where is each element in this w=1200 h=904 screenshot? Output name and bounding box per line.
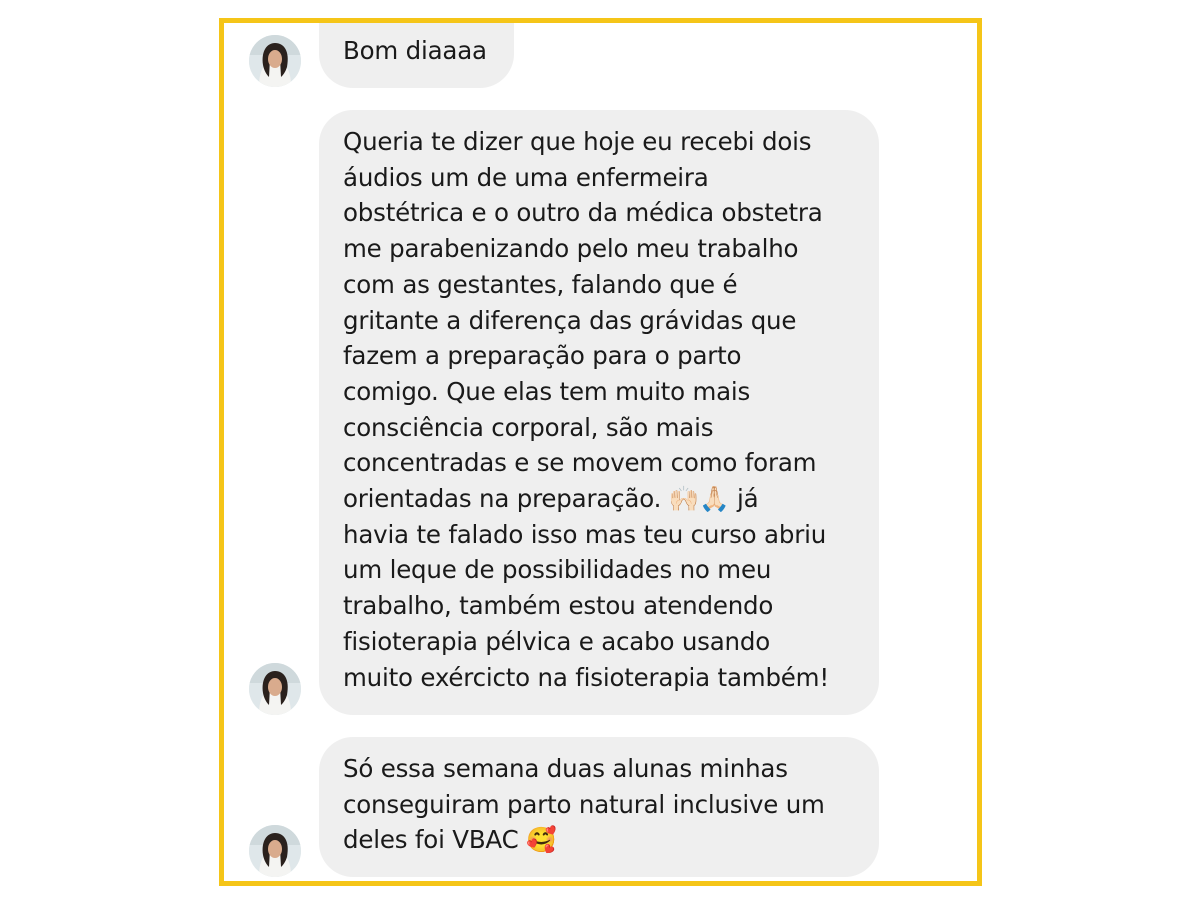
- message-text: consciência corporal, são mais: [343, 412, 714, 442]
- message-text: me parabenizando pelo meu trabalho: [343, 234, 799, 264]
- sender-avatar[interactable]: [249, 663, 301, 715]
- message-text: gritante a diferença das grávidas que: [343, 305, 797, 335]
- message-bubble[interactable]: Queria te dizer que hoje eu recebi dois …: [319, 110, 879, 715]
- sender-avatar[interactable]: [249, 35, 301, 87]
- message-text: um leque de possibilidades no meu: [343, 555, 772, 585]
- message-text: comigo. Que elas tem muito mais: [343, 376, 751, 406]
- message-text: fisioterapia pélvica e acabo usando: [343, 626, 770, 656]
- message-text: concentradas e se movem como foram: [343, 448, 817, 478]
- message-text: trabalho, também estou atendendo: [343, 591, 774, 621]
- message-bubble[interactable]: Só essa semana duas alunas minhas conseg…: [319, 737, 879, 877]
- message-bubble[interactable]: Bom diaaaa: [319, 23, 514, 88]
- sender-avatar[interactable]: [249, 825, 301, 877]
- chat-screenshot-frame: Bom diaaaa Queria te dizer que hoje eu r…: [219, 18, 982, 886]
- message-text: Queria te dizer que hoje eu recebi dois: [343, 127, 812, 156]
- message-text: muito exércicto na fisioterapia também!: [343, 662, 829, 692]
- message-text: deles foi VBAC 🥰: [343, 825, 557, 855]
- message-text: com as gestantes, falando que é: [343, 269, 738, 299]
- message-text: conseguiram parto natural inclusive um: [343, 789, 825, 819]
- message-text: áudios um de uma enfermeira: [343, 162, 709, 192]
- message-text: Bom diaaaa: [343, 36, 487, 65]
- message-text: orientadas na preparação. 🙌🏻🙏🏻 já: [343, 484, 759, 514]
- message-text: havia te falado isso mas teu curso abriu: [343, 519, 827, 549]
- message-text: Só essa semana duas alunas minhas: [343, 754, 788, 783]
- message-text: fazem a preparação para o parto: [343, 341, 742, 371]
- message-text: obstétrica e o outro da médica obstetra: [343, 198, 823, 228]
